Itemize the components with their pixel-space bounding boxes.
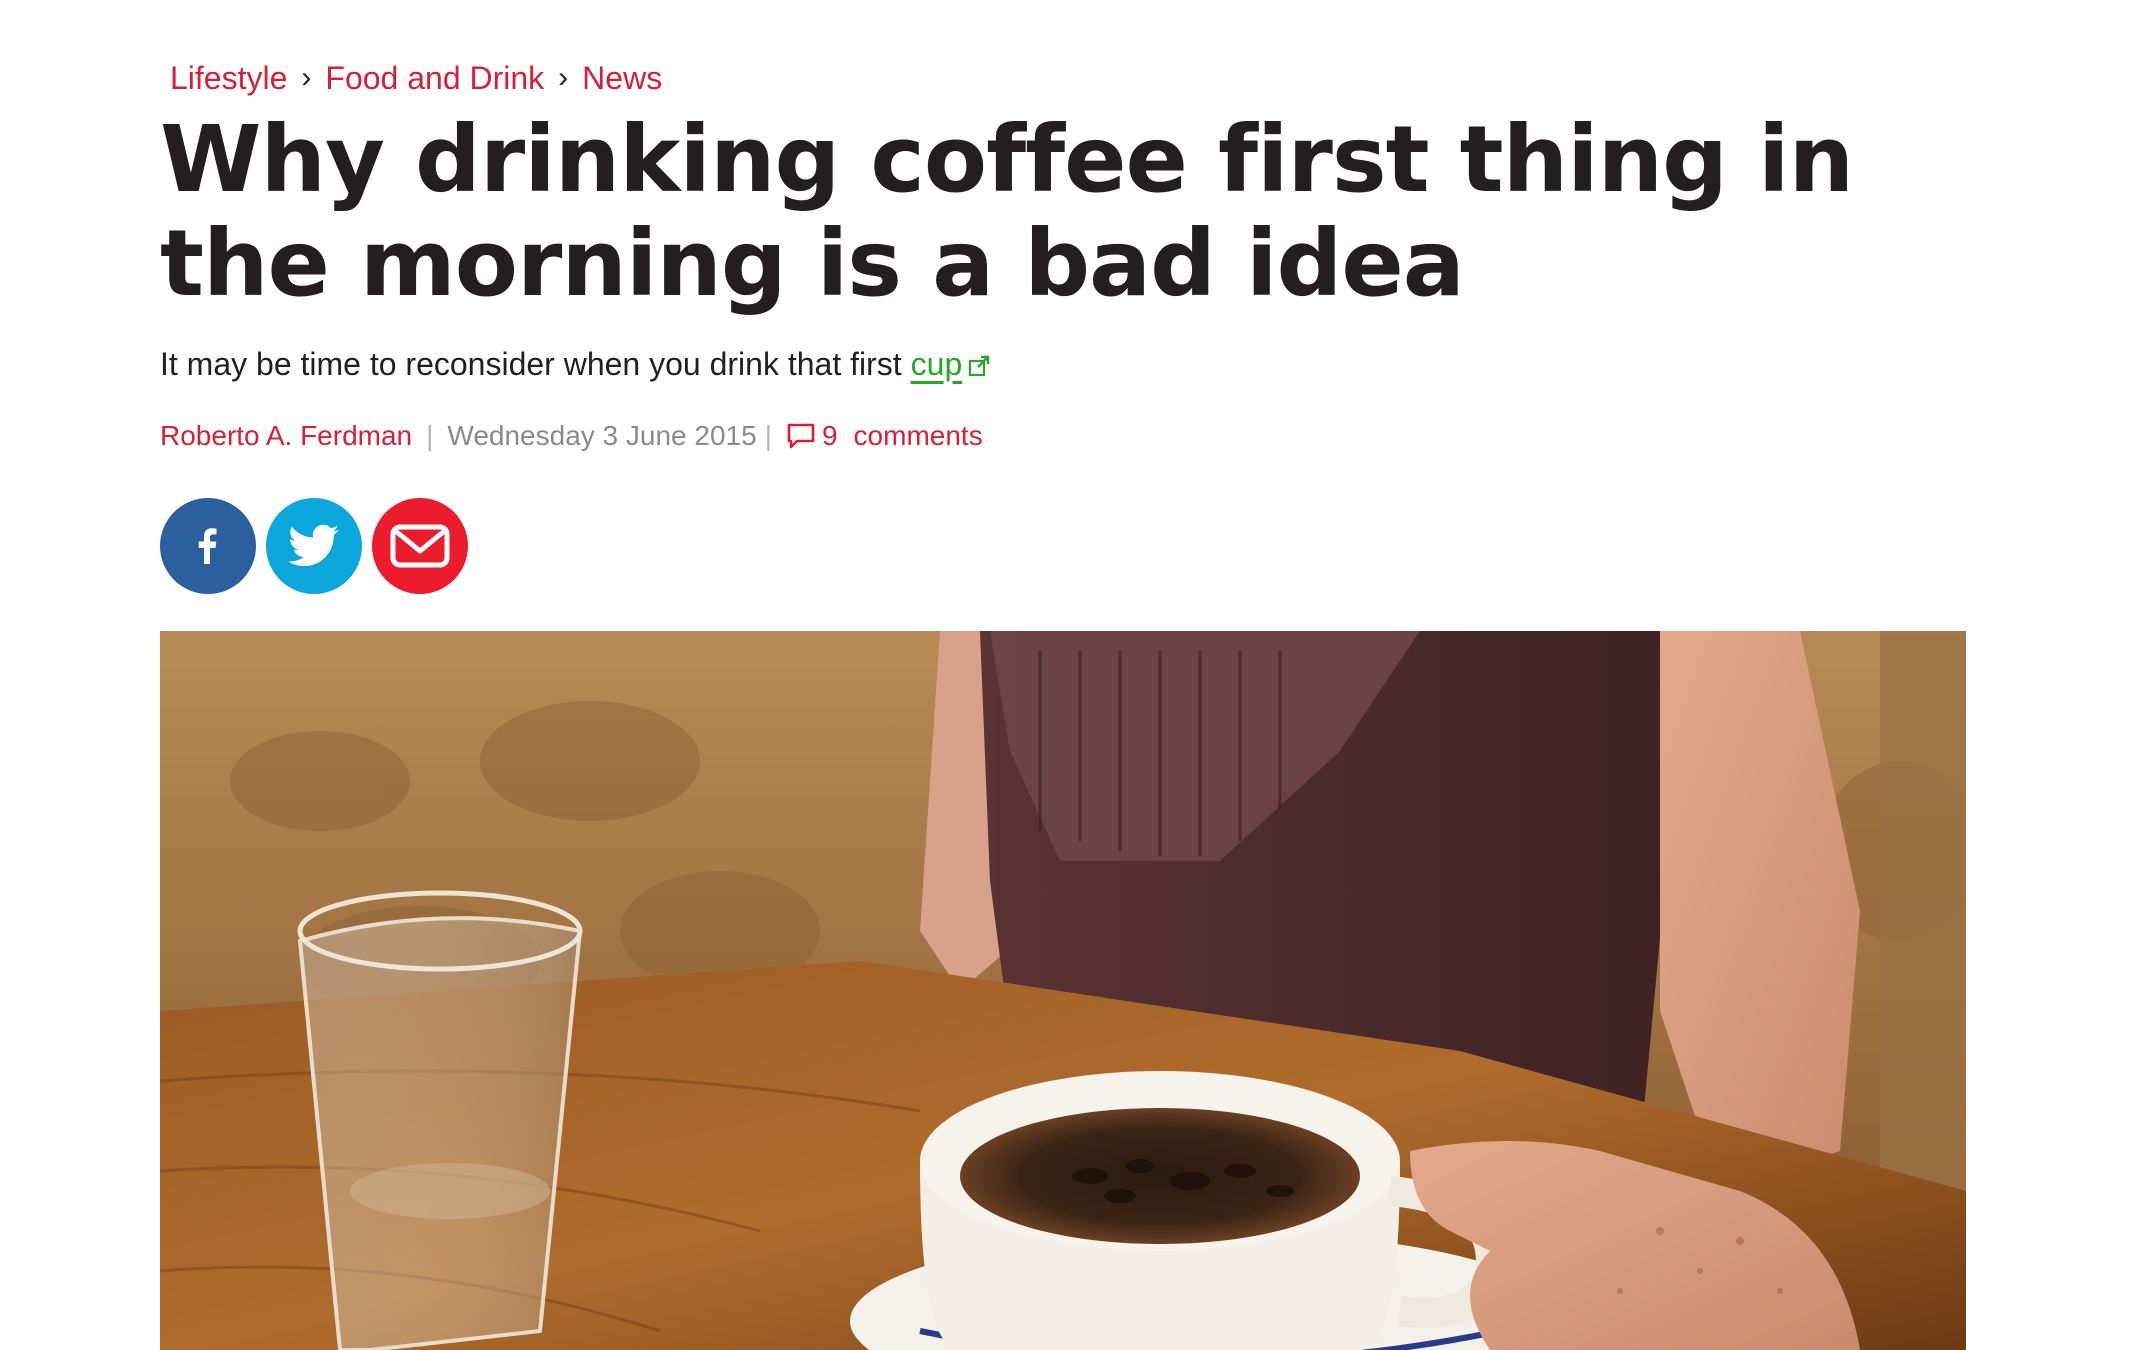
share-email-button[interactable]	[372, 498, 468, 594]
email-icon	[390, 524, 450, 568]
comments-link[interactable]: 9 comments	[786, 416, 983, 456]
standfirst-link[interactable]: cup	[911, 342, 963, 386]
share-facebook-button[interactable]	[160, 498, 256, 594]
publish-date: Wednesday 3 June 2015	[447, 420, 757, 451]
hero-image	[160, 631, 1966, 1350]
standfirst: It may be time to reconsider when you dr…	[160, 342, 1966, 386]
breadcrumb-lifestyle[interactable]: Lifestyle	[170, 56, 287, 100]
breadcrumb-separator: ›	[301, 61, 312, 94]
byline-divider: |	[426, 420, 434, 451]
comment-count: 9	[821, 420, 838, 451]
comment-bubble-icon	[787, 423, 815, 449]
breadcrumb: Lifestyle › Food and Drink › News	[170, 56, 1966, 100]
external-link-icon[interactable]	[968, 344, 990, 377]
comments-label: comments	[853, 420, 983, 451]
byline: Roberto A. Ferdman | Wednesday 3 June 20…	[160, 416, 1966, 456]
coffee-photo	[160, 631, 1966, 1350]
share-bar	[160, 498, 1966, 594]
standfirst-text: It may be time to reconsider when you dr…	[160, 346, 902, 382]
twitter-icon	[288, 524, 339, 567]
breadcrumb-food-and-drink[interactable]: Food and Drink	[325, 56, 544, 100]
facebook-icon	[198, 528, 217, 564]
breadcrumb-news[interactable]: News	[582, 56, 662, 100]
byline-divider: |	[764, 420, 772, 451]
author-link[interactable]: Roberto A. Ferdman	[160, 416, 412, 456]
breadcrumb-separator: ›	[558, 61, 569, 94]
page-title: Why drinking coffee first thing in the m…	[160, 106, 1854, 317]
share-twitter-button[interactable]	[266, 498, 362, 594]
article-header: Lifestyle › Food and Drink › News Why dr…	[160, 56, 1966, 594]
